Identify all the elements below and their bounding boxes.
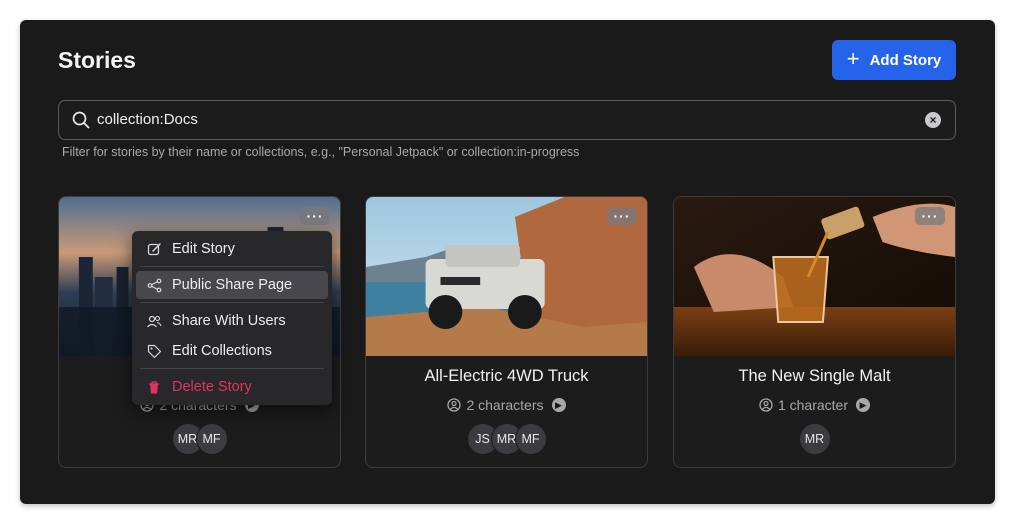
- menu-divider: [140, 302, 324, 303]
- menu-divider: [140, 266, 324, 267]
- character-count-text: 2 characters: [466, 397, 544, 413]
- edit-icon: [136, 242, 172, 257]
- story-image-truck: [366, 197, 647, 356]
- character-count-text: 1 character: [777, 397, 849, 413]
- search-box[interactable]: ×: [58, 100, 956, 140]
- avatar-group: MR: [674, 423, 955, 455]
- avatar: MR: [798, 423, 831, 455]
- menu-item-delete-story[interactable]: Delete Story: [136, 373, 328, 401]
- menu-item-label: Public Share Page: [172, 277, 293, 293]
- plus-icon: +: [846, 46, 860, 71]
- menu-item-edit-story[interactable]: Edit Story: [136, 235, 328, 263]
- card-more-button[interactable]: ···: [607, 207, 637, 225]
- arrow-right-icon: ▶: [551, 398, 566, 412]
- avatar-group: JS MR MF: [366, 423, 647, 455]
- search-hint: Filter for stories by their name or coll…: [62, 145, 580, 159]
- menu-item-edit-collections[interactable]: Edit Collections: [136, 337, 328, 365]
- menu-item-label: Edit Story: [172, 241, 235, 257]
- story-image-whisky: [674, 197, 955, 356]
- search-input[interactable]: [97, 101, 917, 138]
- arrow-right-icon: ▶: [856, 398, 871, 412]
- search-icon: [72, 111, 90, 129]
- user-circle-icon: [447, 398, 462, 412]
- add-story-button[interactable]: + Add Story: [832, 40, 956, 80]
- page-title: Stories: [58, 47, 136, 73]
- menu-item-label: Edit Collections: [172, 343, 272, 359]
- tag-icon: [136, 344, 172, 359]
- story-title: All-Electric 4WD Truck: [424, 367, 589, 385]
- avatar: MF: [514, 423, 547, 455]
- menu-item-public-share-page[interactable]: Public Share Page: [136, 271, 328, 299]
- character-count[interactable]: 2 characters ▶: [366, 397, 647, 413]
- clear-search-icon[interactable]: ×: [925, 112, 941, 128]
- story-card[interactable]: ··· The New Single Malt 1 character ▶ MR: [673, 196, 956, 468]
- menu-divider: [140, 368, 324, 369]
- menu-item-share-with-users[interactable]: Share With Users: [136, 307, 328, 335]
- menu-item-label: Delete Story: [172, 379, 252, 395]
- add-story-label: Add Story: [869, 51, 942, 69]
- menu-item-label: Share With Users: [172, 313, 286, 329]
- user-circle-icon: [759, 398, 773, 412]
- card-more-button[interactable]: ···: [300, 207, 330, 225]
- story-card[interactable]: ··· All-Electric 4WD Truck 2 characters …: [365, 196, 648, 468]
- avatar-group: MR MF: [59, 423, 340, 455]
- story-title: The New Single Malt: [738, 367, 891, 385]
- avatar: MF: [195, 423, 228, 455]
- card-more-button[interactable]: ···: [915, 207, 945, 225]
- character-count[interactable]: 1 character ▶: [674, 397, 955, 413]
- story-context-menu: Edit Story Public Share Page Share With …: [132, 231, 332, 405]
- share-icon: [136, 278, 172, 293]
- trash-icon: [136, 380, 172, 395]
- users-icon: [136, 314, 172, 329]
